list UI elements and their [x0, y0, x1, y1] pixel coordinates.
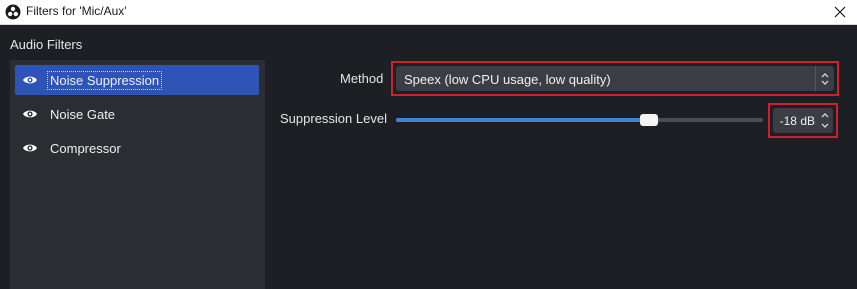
close-icon — [834, 6, 846, 18]
chevron-updown-icon — [815, 66, 834, 91]
method-highlight: Speex (low CPU usage, low quality) — [391, 61, 839, 96]
audio-filters-heading: Audio Filters — [10, 37, 83, 52]
eye-icon[interactable] — [22, 106, 38, 122]
chevron-up-icon — [821, 113, 829, 118]
filter-item-noise-suppression[interactable]: Noise Suppression — [15, 65, 259, 95]
filter-item-label: Noise Suppression — [47, 70, 163, 90]
filter-item-label: Compressor — [50, 140, 121, 156]
method-dropdown[interactable]: Speex (low CPU usage, low quality) — [396, 66, 834, 91]
method-value: Speex (low CPU usage, low quality) — [404, 72, 611, 87]
spin-down-button[interactable] — [819, 120, 831, 132]
slider-fill — [396, 118, 650, 122]
filter-item-compressor[interactable]: Compressor — [15, 133, 259, 163]
filters-list: Noise Suppression Noise Gate Compressor — [10, 60, 265, 289]
close-button[interactable] — [823, 0, 857, 24]
title-bar: Filters for 'Mic/Aux' — [0, 0, 857, 25]
filter-item-label: Noise Gate — [50, 106, 116, 122]
eye-icon[interactable] — [22, 72, 38, 88]
suppression-level-spinbox[interactable]: -18 dB — [773, 108, 833, 133]
obs-logo-icon — [5, 4, 21, 20]
method-label: Method — [340, 71, 384, 86]
suppression-level-label: Suppression Level — [280, 111, 387, 126]
filter-item-noise-gate[interactable]: Noise Gate — [15, 99, 259, 129]
eye-icon[interactable] — [22, 140, 38, 156]
window-title: Filters for 'Mic/Aux' — [26, 4, 127, 18]
chevron-down-icon — [821, 123, 829, 128]
suppression-level-slider[interactable] — [396, 114, 763, 126]
suppression-level-value: -18 dB — [779, 114, 815, 128]
slider-handle[interactable] — [640, 114, 659, 126]
level-highlight: -18 dB — [768, 103, 838, 138]
